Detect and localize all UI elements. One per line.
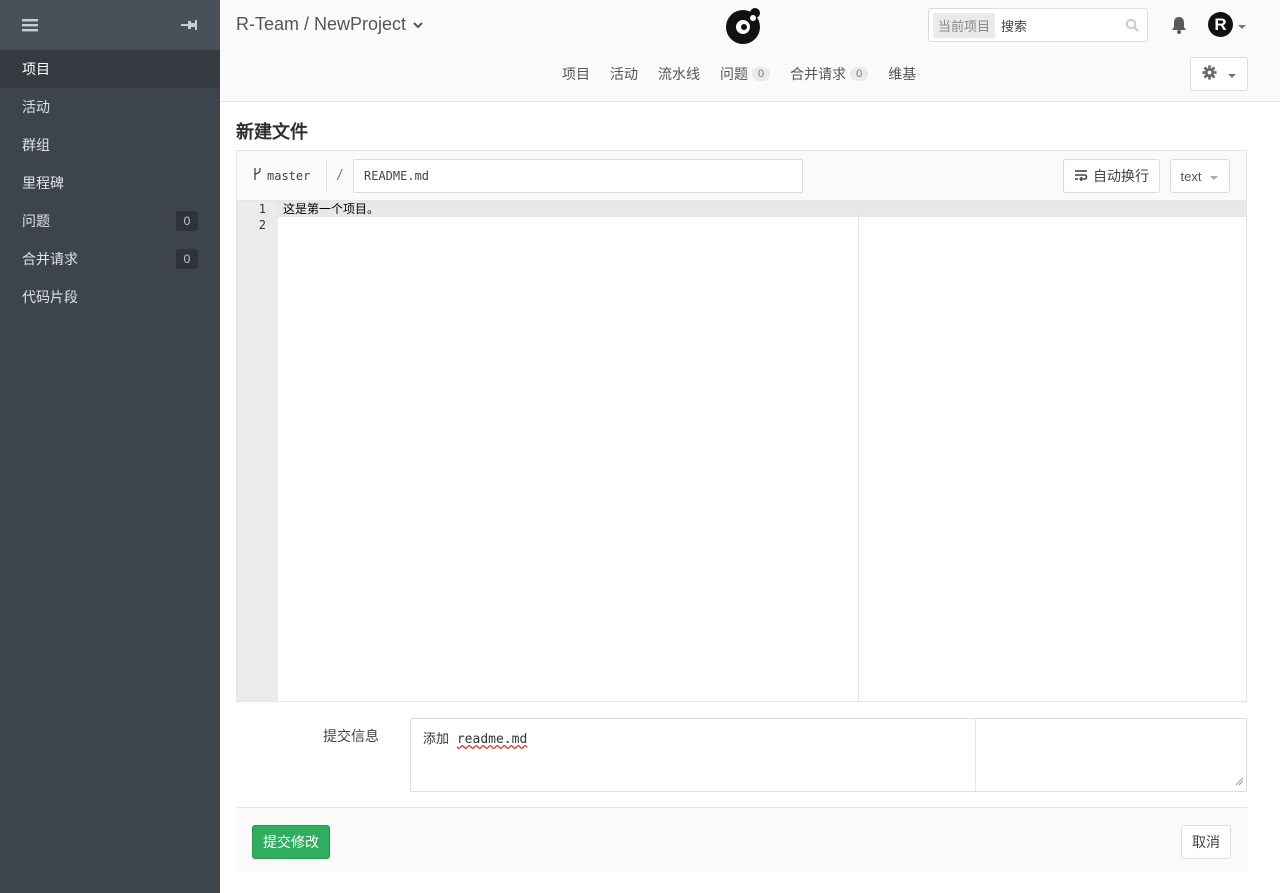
caret-down-icon bbox=[1227, 66, 1237, 82]
search-scope-label[interactable]: 当前项目 bbox=[933, 12, 996, 38]
sidebar-item-label: 问题 bbox=[22, 213, 50, 229]
commit-message-textarea[interactable]: 添加 readme.md bbox=[410, 718, 1247, 792]
tab-merge-requests[interactable]: 合并请求 0 bbox=[790, 64, 869, 84]
commit-message-label: 提交信息 bbox=[323, 728, 379, 744]
merge-requests-count-badge: 0 bbox=[176, 249, 198, 269]
caret-down-icon bbox=[1209, 169, 1219, 184]
sidebar-item-label: 项目 bbox=[22, 61, 50, 77]
sidebar-item-label: 活动 bbox=[22, 99, 50, 115]
gear-icon bbox=[1201, 65, 1217, 83]
file-editor: master / README.md 自动换行 text 1 2 这是第一个项目… bbox=[236, 150, 1247, 702]
bell-icon[interactable] bbox=[1170, 15, 1188, 38]
user-avatar-dropdown[interactable]: R bbox=[1208, 12, 1247, 37]
project-tabs: 项目 活动 流水线 问题 0 合并请求 0 维基 bbox=[562, 64, 916, 84]
sidebar-item-snippets[interactable]: 代码片段 bbox=[0, 278, 220, 316]
project-title: R-Team / NewProject bbox=[236, 14, 407, 34]
sidebar-item-merge-requests[interactable]: 合并请求 0 bbox=[0, 240, 220, 278]
sidebar-item-groups[interactable]: 群组 bbox=[0, 126, 220, 164]
soft-wrap-button[interactable]: 自动换行 bbox=[1063, 159, 1160, 193]
tab-pipelines[interactable]: 流水线 bbox=[658, 64, 700, 84]
sidebar-item-issues[interactable]: 问题 0 bbox=[0, 202, 220, 240]
soft-wrap-label: 自动换行 bbox=[1093, 168, 1149, 184]
tab-project[interactable]: 项目 bbox=[562, 64, 590, 84]
commit-changes-button[interactable]: 提交修改 bbox=[252, 825, 330, 859]
file-toolbar: master / README.md 自动换行 text bbox=[237, 151, 1246, 201]
sidebar-item-label: 群组 bbox=[22, 137, 50, 153]
sidebar: 项目 活动 群组 里程碑 问题 0 合并请求 0 代码片段 bbox=[0, 0, 220, 893]
path-separator: / bbox=[336, 168, 344, 183]
project-title-dropdown[interactable]: R-Team / NewProject bbox=[236, 14, 424, 35]
sidebar-item-projects[interactable]: 项目 bbox=[0, 50, 220, 88]
filename-input[interactable]: README.md bbox=[353, 159, 803, 193]
form-actions: 提交修改 取消 bbox=[236, 807, 1247, 873]
divider bbox=[975, 719, 976, 791]
top-header: R-Team / NewProject 当前项目 搜索 R 项目 活动 流水线 … bbox=[220, 0, 1280, 102]
code-content[interactable]: 这是第一个项目。 bbox=[278, 201, 1246, 233]
avatar: R bbox=[1208, 12, 1233, 37]
line-number: 1 bbox=[258, 202, 266, 216]
cancel-button[interactable]: 取消 bbox=[1181, 825, 1231, 859]
tab-activity[interactable]: 活动 bbox=[610, 64, 638, 84]
logo-icon[interactable] bbox=[724, 7, 762, 48]
tab-wiki[interactable]: 维基 bbox=[888, 64, 916, 84]
line-number: 2 bbox=[258, 218, 266, 232]
caret-down-icon bbox=[1237, 17, 1247, 33]
search-box[interactable]: 当前项目 搜索 bbox=[928, 8, 1148, 42]
commit-message-file: readme.md bbox=[456, 732, 528, 747]
hamburger-menu-icon[interactable] bbox=[22, 18, 38, 32]
sidebar-header bbox=[0, 0, 220, 50]
chevron-down-icon bbox=[412, 14, 424, 35]
tab-issues[interactable]: 问题 0 bbox=[720, 64, 771, 84]
tab-label: 合并请求 bbox=[790, 66, 847, 82]
page-title: 新建文件 bbox=[236, 122, 308, 142]
wrap-icon bbox=[1074, 168, 1088, 184]
issues-count-badge: 0 bbox=[176, 211, 198, 231]
search-icon bbox=[1125, 18, 1143, 32]
sidebar-item-label: 里程碑 bbox=[22, 175, 64, 191]
sidebar-item-milestones[interactable]: 里程碑 bbox=[0, 164, 220, 202]
tab-issues-count: 0 bbox=[752, 67, 771, 81]
tab-label: 流水线 bbox=[658, 66, 700, 82]
code-line[interactable] bbox=[278, 217, 1246, 233]
code-editor[interactable]: 1 2 这是第一个项目。 bbox=[237, 201, 1246, 701]
resize-handle-icon[interactable] bbox=[1235, 773, 1244, 789]
divider bbox=[326, 159, 327, 193]
commit-message-prefix: 添加 bbox=[423, 732, 450, 747]
branch-indicator: master bbox=[253, 168, 310, 183]
tab-merge-requests-count: 0 bbox=[850, 67, 869, 81]
file-mode-label: text bbox=[1180, 168, 1202, 184]
settings-dropdown-button[interactable] bbox=[1190, 57, 1248, 91]
tab-label: 维基 bbox=[888, 66, 917, 82]
pin-icon[interactable] bbox=[180, 18, 198, 32]
sidebar-item-label: 合并请求 bbox=[22, 251, 78, 267]
sidebar-item-activity[interactable]: 活动 bbox=[0, 88, 220, 126]
sidebar-item-label: 代码片段 bbox=[22, 289, 78, 305]
print-margin bbox=[858, 201, 859, 701]
search-input[interactable]: 搜索 bbox=[995, 16, 1125, 35]
file-mode-dropdown[interactable]: text bbox=[1170, 159, 1230, 193]
branch-name: master bbox=[267, 168, 311, 183]
code-line[interactable]: 这是第一个项目。 bbox=[278, 201, 1246, 217]
commit-message-text: 添加 readme.md bbox=[423, 728, 527, 747]
branch-icon bbox=[253, 168, 262, 183]
line-number-gutter: 1 2 bbox=[237, 201, 278, 701]
tab-label: 问题 bbox=[720, 66, 748, 82]
tab-label: 活动 bbox=[610, 66, 638, 82]
tab-label: 项目 bbox=[562, 66, 590, 82]
